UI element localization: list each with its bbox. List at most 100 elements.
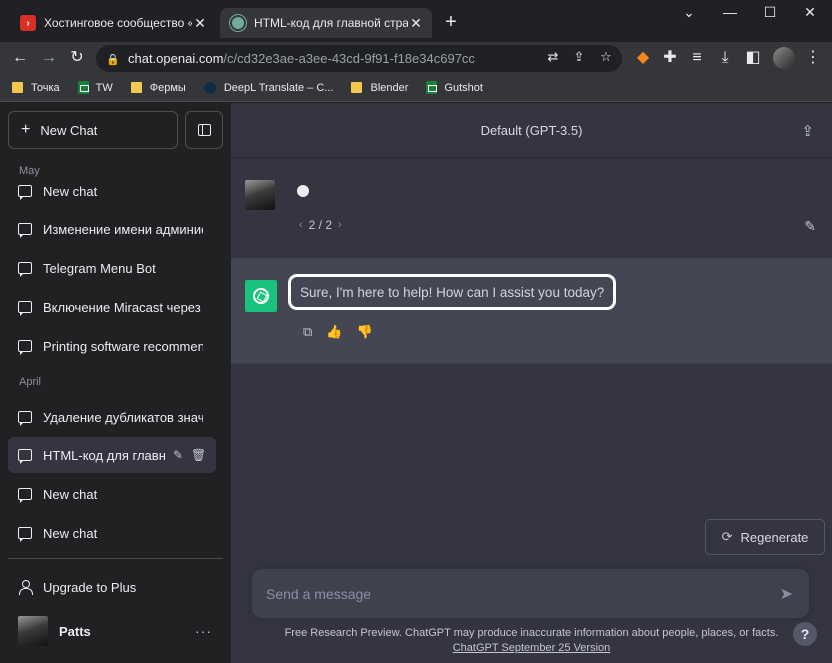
message-input[interactable] — [266, 569, 766, 618]
download-icon[interactable]: ⤓ — [714, 47, 736, 69]
tab-strip: › Хостинговое сообщество «Tim ✕ HTML-код… — [0, 0, 832, 42]
profile-avatar[interactable] — [773, 47, 795, 69]
more-options-icon[interactable]: ··· — [195, 623, 212, 639]
chat-item-label: Изменение имени администратора — [43, 221, 203, 237]
message-pager: ‹ 2 / 2 › — [299, 218, 342, 232]
bookmark-tw[interactable]: TW — [77, 81, 113, 94]
thumbs-down-icon[interactable]: 👎 — [356, 324, 372, 340]
chat-item[interactable]: Удаление дубликатов значений — [8, 399, 216, 435]
bookmark-fermy[interactable]: Фермы — [130, 81, 186, 94]
message-icon — [18, 527, 32, 542]
chat-item[interactable]: New chat — [8, 476, 216, 512]
new-chat-button[interactable]: + New Chat — [8, 111, 178, 149]
regenerate-button[interactable]: ⟳ Regenerate — [705, 519, 825, 555]
message-composer: ➤ — [252, 569, 809, 618]
close-tab-icon[interactable]: ✕ — [408, 15, 424, 32]
close-tab-icon[interactable]: ✕ — [192, 15, 208, 32]
bookmark-tochka[interactable]: Точка — [12, 82, 60, 94]
upgrade-label: Upgrade to Plus — [43, 579, 137, 595]
back-arrow-icon[interactable]: ← — [9, 47, 31, 69]
streaming-cursor — [297, 185, 309, 197]
chatgpt-app: + New Chat May New chat Изменение имени … — [0, 103, 832, 663]
bookmark-gutshot[interactable]: Gutshot — [426, 81, 483, 94]
folder-icon — [130, 82, 142, 93]
chat-item-active[interactable]: HTML-код для главной страницы ✎ 🗑 — [8, 437, 216, 473]
chevron-left-icon[interactable]: ‹ — [299, 219, 303, 231]
bookmark-deepl[interactable]: DeepL Translate – C... — [203, 81, 334, 94]
address-bar[interactable]: 🔒 chat.openai.com/c/cd32e3ae-a3ee-43cd-9… — [96, 45, 622, 72]
share-icon[interactable]: ⇪ — [801, 122, 814, 140]
bookmark-blender[interactable]: Blender — [351, 82, 408, 94]
chat-item[interactable]: Включение Miracast через реестр — [8, 289, 216, 325]
extensions-puzzle-icon[interactable]: ✚ — [659, 47, 681, 69]
chevron-right-icon[interactable]: › — [338, 219, 342, 231]
chat-item[interactable]: Telegram Menu Bot — [8, 250, 216, 286]
chatgpt-favicon-icon — [230, 15, 246, 31]
tab-search-chevron-icon[interactable]: ⌄ — [674, 4, 704, 24]
chat-item[interactable]: Изменение имени администратора — [8, 211, 216, 247]
message-icon — [18, 488, 32, 503]
message-actions: ⧉ 👍 👎 — [303, 324, 373, 340]
translate-icon[interactable]: ⇄ — [543, 49, 563, 65]
model-header: Default (GPT-3.5) ⇪ — [231, 103, 832, 158]
trash-icon[interactable]: 🗑 — [191, 448, 206, 462]
browser-window: › Хостинговое сообщество «Tim ✕ HTML-код… — [0, 0, 832, 663]
folder-icon — [351, 82, 363, 93]
bookmark-label: Точка — [31, 81, 60, 94]
edit-pencil-icon[interactable]: ✎ — [171, 448, 185, 462]
send-icon[interactable]: ➤ — [780, 584, 793, 604]
bookmark-label: Фермы — [149, 81, 186, 94]
browser-tab-chatgpt[interactable]: HTML-код для главной страниц ✕ — [220, 8, 432, 38]
thumbs-up-icon[interactable]: 👍 — [326, 324, 342, 340]
section-label: April — [19, 376, 42, 388]
copy-icon[interactable]: ⧉ — [303, 324, 312, 340]
message-icon — [18, 411, 32, 426]
chat-item-label: Удаление дубликатов значений — [43, 409, 203, 425]
chat-item[interactable]: New chat — [8, 515, 216, 551]
user-menu-button[interactable]: Patts ··· — [8, 613, 216, 649]
metamask-extension-icon[interactable]: ◆ — [632, 47, 654, 69]
bookmark-label: TW — [95, 81, 113, 94]
message-icon — [18, 301, 32, 316]
user-avatar — [245, 180, 275, 210]
regenerate-label: Regenerate — [740, 529, 809, 545]
regenerate-icon: ⟳ — [721, 529, 733, 544]
lock-icon: 🔒 — [106, 53, 120, 66]
bookmark-label: DeepL Translate – C... — [223, 81, 334, 94]
avatar — [18, 616, 48, 646]
message-icon — [18, 262, 32, 277]
model-label: Default (GPT-3.5) — [480, 122, 583, 138]
deepl-icon — [203, 81, 216, 94]
sidebar-toggle-button[interactable] — [185, 111, 223, 149]
tab-title: HTML-код для главной страниц — [254, 16, 408, 30]
google-sheets-icon — [426, 81, 438, 94]
new-chat-label: New Chat — [40, 122, 98, 138]
side-panel-icon[interactable]: ◧ — [742, 47, 764, 69]
chat-item[interactable]: Printing software recommendations — [8, 328, 216, 364]
browser-tab-hosting[interactable]: › Хостинговое сообщество «Tim ✕ — [10, 8, 216, 38]
upgrade-to-plus-button[interactable]: Upgrade to Plus — [8, 569, 216, 605]
sidebar-divider — [8, 558, 223, 559]
help-button[interactable]: ? — [793, 622, 817, 646]
sidebar-toggle-icon — [197, 124, 211, 136]
bookmark-star-icon[interactable]: ☆ — [596, 49, 616, 65]
chat-main: Default (GPT-3.5) ⇪ ‹ 2 / 2 › ✎ Sure, I'… — [231, 103, 832, 663]
maximize-icon[interactable]: ☐ — [755, 4, 785, 24]
share-page-icon[interactable]: ⇪ — [569, 49, 589, 65]
chat-item-label: Telegram Menu Bot — [43, 260, 156, 276]
edit-message-icon[interactable]: ✎ — [804, 218, 816, 235]
version-link[interactable]: ChatGPT September 25 Version — [231, 641, 832, 656]
minimize-icon[interactable]: — — [715, 4, 745, 24]
browser-menu-icon[interactable]: ⋮ — [802, 47, 824, 69]
tab-title: Хостинговое сообщество «Tim — [44, 16, 192, 30]
forward-arrow-icon[interactable]: → — [38, 47, 60, 69]
assistant-message-text: Sure, I'm here to help! How can I assist… — [288, 274, 617, 310]
disclaimer: Free Research Preview. ChatGPT may produ… — [231, 626, 832, 656]
message-icon — [18, 340, 32, 355]
new-tab-icon[interactable]: + — [441, 12, 461, 32]
chat-item[interactable]: New chat — [8, 173, 216, 209]
window-close-icon[interactable]: ✕ — [795, 4, 825, 24]
media-queue-icon[interactable]: ≡ — [686, 47, 708, 69]
chatgpt-logo-icon — [245, 280, 277, 312]
reload-icon[interactable]: ↻ — [66, 47, 88, 69]
